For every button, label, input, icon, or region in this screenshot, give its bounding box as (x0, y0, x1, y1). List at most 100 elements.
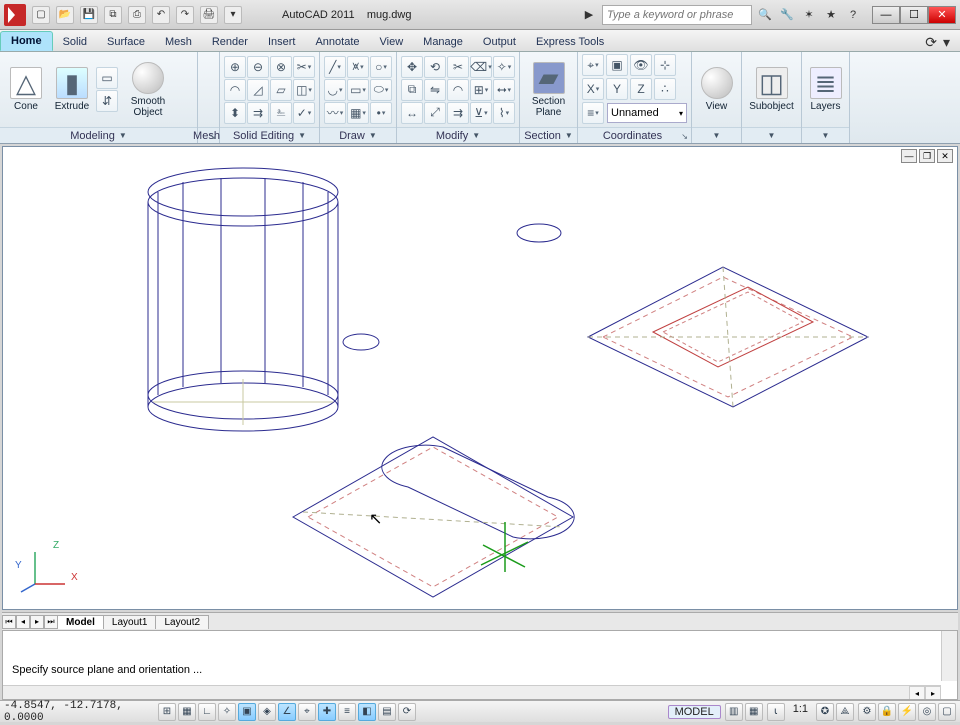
join-icon[interactable]: ⊻ (470, 102, 492, 124)
tab-view[interactable]: View (370, 33, 414, 51)
ucs-y-icon[interactable]: Y (606, 78, 628, 100)
ortho-mode-icon[interactable]: ∟ (198, 703, 216, 721)
taper-faces-icon[interactable]: ▱ (270, 79, 292, 101)
command-window[interactable]: Specify source plane and orientation ...… (2, 630, 958, 700)
redo-icon[interactable]: ↷ (176, 6, 194, 24)
spline-icon[interactable]: 〰 (324, 102, 346, 124)
point-icon[interactable]: • (370, 102, 392, 124)
offset-faces-icon[interactable]: ⇉ (247, 102, 269, 124)
align-icon[interactable]: ⭤ (493, 79, 515, 101)
polar-tracking-icon[interactable]: ✧ (218, 703, 236, 721)
explode-icon[interactable]: ✧ (493, 56, 515, 78)
fillet-icon[interactable]: ◠ (447, 79, 469, 101)
layers-button[interactable]: ≣ Layers (806, 55, 845, 125)
layout-next-icon[interactable]: ▸ (30, 615, 44, 629)
subobject-button[interactable]: ◫ Subobject (746, 55, 797, 125)
panel-section-dd-icon[interactable]: ▼ (565, 131, 573, 140)
command-vscroll[interactable] (941, 631, 957, 681)
tab-mesh[interactable]: Mesh (155, 33, 202, 51)
toolbar-lock-icon[interactable]: 🔒 (878, 703, 896, 721)
ucs-face-icon[interactable]: ▣ (606, 54, 628, 76)
tab-annotate[interactable]: Annotate (305, 33, 369, 51)
open-icon[interactable]: 📂 (56, 6, 74, 24)
smooth-object-button[interactable]: Smooth Object (120, 55, 176, 125)
close-button[interactable]: ✕ (928, 6, 956, 24)
scale-icon[interactable]: ⤢ (424, 102, 446, 124)
ucs-view-icon[interactable]: 👁 (630, 54, 652, 76)
move-icon[interactable]: ✥ (401, 56, 423, 78)
plot-icon[interactable]: ⎙ (128, 6, 146, 24)
search-input[interactable] (602, 5, 752, 25)
drawing-canvas[interactable]: — ❐ ✕ (2, 146, 958, 610)
section-plane-button[interactable]: ▰ Section Plane (524, 55, 573, 125)
line-icon[interactable]: ╱ (324, 56, 346, 78)
command-hscroll[interactable]: ◂ ▸ (3, 685, 941, 699)
chamfer-edge-icon[interactable]: ◿ (247, 79, 269, 101)
space-toggle[interactable]: MODEL (668, 705, 721, 719)
help-icon[interactable]: ? (844, 6, 862, 24)
view-button[interactable]: View (696, 55, 737, 125)
otrack-icon[interactable]: ∠ (278, 703, 296, 721)
annotation-scale-icon[interactable]: ⍳ (767, 703, 785, 721)
extrude-button[interactable]: ▮ Extrude (50, 55, 94, 125)
ucs-name-combo[interactable]: Unnamed▾ (607, 103, 687, 123)
quick-props-icon[interactable]: ▤ (378, 703, 396, 721)
ucs-origin-icon[interactable]: ⊹ (654, 54, 676, 76)
panel-se-dd-icon[interactable]: ▼ (298, 131, 306, 140)
slice-icon[interactable]: ✂ (293, 56, 315, 78)
presspull-icon[interactable]: ⇵ (96, 90, 118, 112)
layout-prev-icon[interactable]: ◂ (16, 615, 30, 629)
print-icon[interactable]: 🖨 (200, 6, 218, 24)
arc-icon[interactable]: ◡ (324, 79, 346, 101)
exchange-icon[interactable]: ✶ (800, 6, 818, 24)
grid-display-icon[interactable]: ▦ (178, 703, 196, 721)
mirror-icon[interactable]: ⇋ (424, 79, 446, 101)
3dosnap-icon[interactable]: ◈ (258, 703, 276, 721)
shell-icon[interactable]: ◫ (293, 79, 315, 101)
panel-subobject-dd-icon[interactable]: ▼ (768, 131, 776, 140)
new-icon[interactable]: ▢ (32, 6, 50, 24)
panel-layers-dd-icon[interactable]: ▼ (822, 131, 830, 140)
selection-cycling-icon[interactable]: ⟳ (398, 703, 416, 721)
union-icon[interactable]: ⊕ (224, 56, 246, 78)
lineweight-icon[interactable]: ≡ (338, 703, 356, 721)
subtract-icon[interactable]: ⊖ (247, 56, 269, 78)
tab-express[interactable]: Express Tools (526, 33, 614, 51)
annotation-scale-value[interactable]: 1:1 (787, 703, 814, 721)
intersect-icon[interactable]: ⊗ (270, 56, 292, 78)
clean-screen-icon[interactable]: ▢ (938, 703, 956, 721)
snap-mode-icon[interactable]: ⊞ (158, 703, 176, 721)
polysolid-icon[interactable]: ▭ (96, 67, 118, 89)
trim-icon[interactable]: ✂ (447, 56, 469, 78)
ucs-named-icon[interactable]: ≡ (582, 102, 604, 124)
ucs-3point-icon[interactable]: ∴ (654, 78, 676, 100)
tab-manage[interactable]: Manage (413, 33, 473, 51)
maximize-button[interactable]: ☐ (900, 6, 928, 24)
circle-icon[interactable]: ○ (370, 56, 392, 78)
tab-home[interactable]: Home (0, 31, 53, 51)
hardware-accel-icon[interactable]: ⚡ (898, 703, 916, 721)
save-icon[interactable]: 💾 (80, 6, 98, 24)
tab-layout2[interactable]: Layout2 (155, 615, 209, 629)
fillet-edge-icon[interactable]: ◠ (224, 79, 246, 101)
tab-render[interactable]: Render (202, 33, 258, 51)
annotation-visibility-icon[interactable]: ✪ (816, 703, 834, 721)
app-menu-icon[interactable] (4, 4, 26, 26)
erase-icon[interactable]: ⌫ (470, 56, 492, 78)
transparency-icon[interactable]: ◧ (358, 703, 376, 721)
quickview-layouts-icon[interactable]: ▥ (725, 703, 743, 721)
undo-icon[interactable]: ↶ (152, 6, 170, 24)
rotate-icon[interactable]: ⟲ (424, 56, 446, 78)
coords-launcher-icon[interactable]: ↘ (681, 132, 688, 141)
saveas-icon[interactable]: ⧉ (104, 6, 122, 24)
quickview-drawings-icon[interactable]: ▦ (745, 703, 763, 721)
search-go-icon[interactable]: ▶ (580, 6, 598, 24)
extrude-faces-icon[interactable]: ⬍ (224, 102, 246, 124)
array-icon[interactable]: ⊞ (470, 79, 492, 101)
ribbon-collapse-icon[interactable]: ▾ (943, 34, 950, 51)
separate-icon[interactable]: ⎁ (270, 102, 292, 124)
check-icon[interactable]: ✓ (293, 102, 315, 124)
ellipse-icon[interactable]: ⬭ (370, 79, 392, 101)
minimize-button[interactable]: — (872, 6, 900, 24)
polyline-icon[interactable]: ⩙ (347, 56, 369, 78)
